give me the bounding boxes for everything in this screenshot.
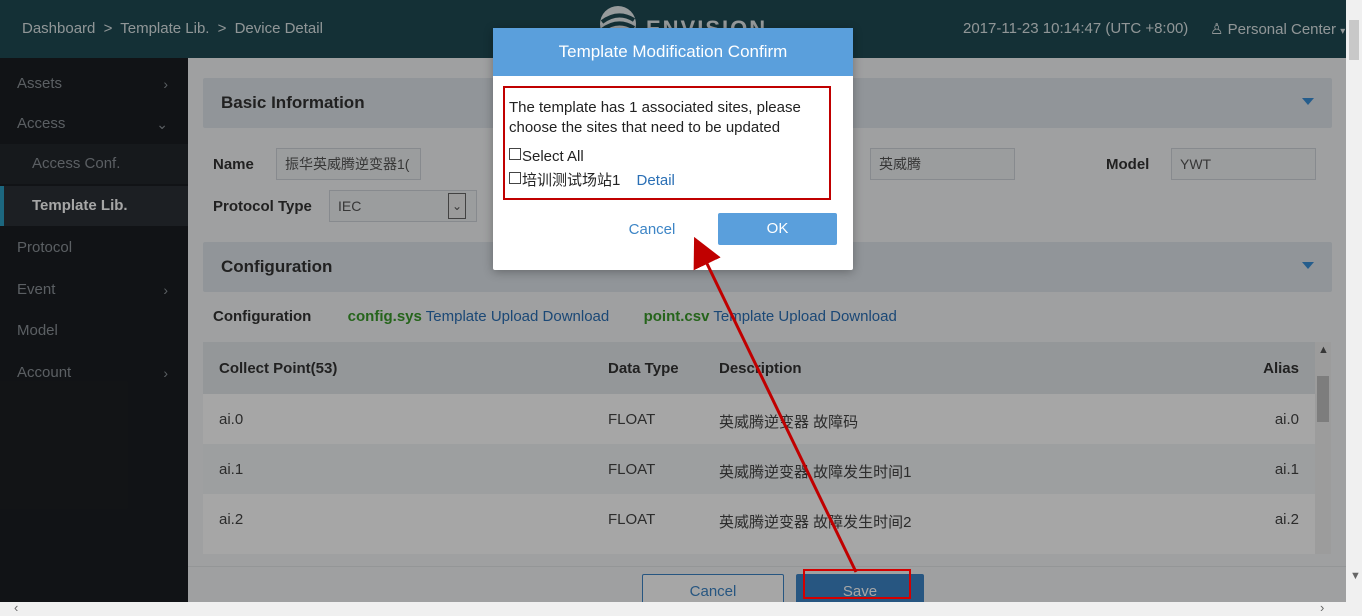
site-detail-link[interactable]: Detail <box>637 172 675 189</box>
dialog-header: Template Modification Confirm <box>493 28 853 76</box>
select-all-checkbox[interactable] <box>509 148 521 160</box>
site-checkbox[interactable] <box>509 172 521 184</box>
dialog-ok-button[interactable]: OK <box>718 213 837 245</box>
save-button-highlight <box>803 569 911 599</box>
scroll-down-icon[interactable]: ▼ <box>1350 570 1361 582</box>
template-modification-dialog: Template Modification Confirm The templa… <box>493 28 853 270</box>
page-vertical-scrollbar[interactable]: ▼ <box>1346 0 1362 602</box>
dialog-cancel-button[interactable]: Cancel <box>617 214 687 246</box>
dialog-title: Template Modification Confirm <box>558 42 788 61</box>
select-all-label: Select All <box>522 148 584 165</box>
scroll-right-icon[interactable]: › <box>1320 600 1324 615</box>
scrollbar-thumb[interactable] <box>1349 20 1359 60</box>
dialog-body-highlight: The template has 1 associated sites, ple… <box>503 86 831 200</box>
scroll-left-icon[interactable]: ‹ <box>14 600 18 615</box>
select-all-row[interactable]: Select All <box>509 148 584 165</box>
site-name-label: 培训测试场站1 <box>522 172 621 189</box>
site-row[interactable]: 培训测试场站1 Detail <box>509 169 675 190</box>
page-horizontal-scrollbar[interactable]: ‹ › <box>0 600 1362 616</box>
dialog-message: The template has 1 associated sites, ple… <box>509 99 801 136</box>
